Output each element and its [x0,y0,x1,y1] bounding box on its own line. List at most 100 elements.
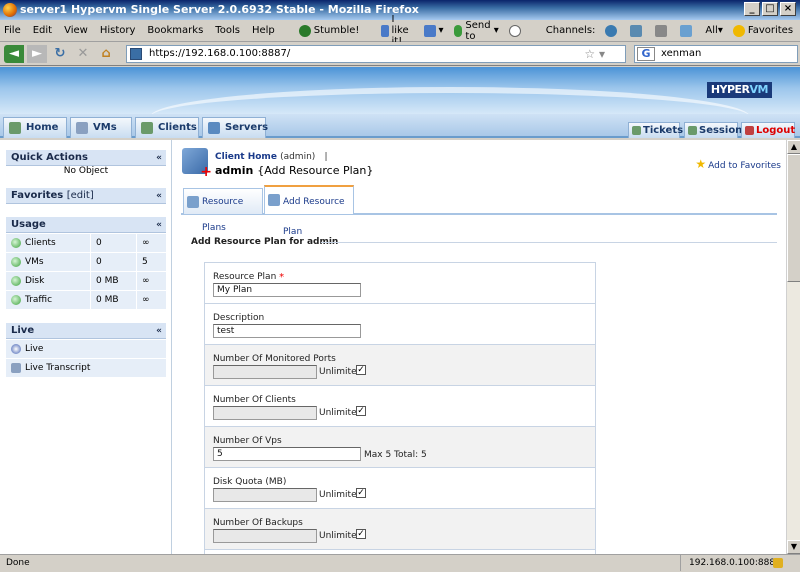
site-favicon [130,48,142,60]
send-to-button[interactable]: Send to ▾ [453,19,499,42]
back-button[interactable]: ◄ [4,44,24,63]
stop-button[interactable]: ✕ [73,45,93,63]
bookmark-star-icon[interactable]: ☆ ▾ [584,46,605,62]
usage-header[interactable]: Usage « [6,217,166,233]
url-text: https://192.168.0.100:8887/ [149,48,291,59]
tab-vms[interactable]: VMs [70,117,132,138]
tab-resource-plans[interactable]: Resource Plans [183,188,263,233]
clients-label: Number Of Clients [213,395,296,405]
navigation-bar: ◄ ► ↻ ✕ ⌂ https://192.168.0.100:8887/ ☆ … [0,42,800,66]
live-title: Live [11,325,35,336]
favorites-label: Favorites [747,25,794,36]
maximize-button[interactable]: □ [762,2,778,16]
firefox-icon [3,3,17,17]
search-box[interactable]: G xenman [634,45,798,63]
google-icon[interactable]: G [637,47,655,61]
resource-plan-input[interactable]: My Plan [213,283,361,297]
favorites-edit-link[interactable]: [edit] [67,190,94,201]
transcript-icon [11,363,21,373]
lock-icon[interactable] [773,558,783,568]
disk-quota-input[interactable] [213,488,317,502]
form-row-disk-quota: Disk Quota (MB) Unlimited ✓ [205,468,595,509]
live-header[interactable]: Live « [6,323,166,339]
usage-max: ∞ [142,276,150,286]
usage-row: VMs 0 5 [6,253,166,272]
menu-view[interactable]: View [64,25,88,36]
comment-button[interactable] [508,24,524,37]
scroll-thumb[interactable] [787,154,800,282]
client-home-link[interactable]: Client Home [215,152,277,162]
close-button[interactable]: × [780,2,796,16]
add-to-favorites-link[interactable]: ★ Add to Favorites [695,157,781,171]
clients-icon [141,122,153,134]
home-button[interactable]: ⌂ [96,45,116,63]
usage-title: Usage [11,219,46,230]
menu-bookmarks[interactable]: Bookmarks [147,25,203,36]
stumble-button[interactable]: Stumble! [298,24,359,37]
quick-actions-header[interactable]: Quick Actions « [6,150,166,166]
channel-tag-button[interactable] [680,24,695,37]
send-to-label: Send to [465,19,491,42]
resource-plan-icon: + [182,148,212,179]
vps-label: Number Of Vps [213,436,282,446]
disk-quota-unlimited-checkbox[interactable]: ✓ [356,488,366,498]
menu-edit[interactable]: Edit [33,25,52,36]
collapse-icon[interactable]: « [156,323,162,339]
live-link[interactable]: Live [6,340,166,359]
tab-clients[interactable]: Clients [135,117,199,138]
collapse-icon[interactable]: « [156,188,162,204]
breadcrumb-sub: (admin) [280,152,316,162]
clients-unlimited-checkbox[interactable]: ✓ [356,406,366,416]
forward-button[interactable]: ► [27,44,47,63]
channel-ad-button[interactable] [655,24,670,37]
description-input[interactable]: test [213,324,361,338]
tab-logout[interactable]: Logout [741,122,795,138]
live-icon [11,344,21,354]
live-transcript-link[interactable]: Live Transcript [6,359,166,378]
tab-home[interactable]: Home [3,117,67,138]
form-row-description: Description test [205,304,595,345]
tab-tickets[interactable]: Tickets [628,122,683,138]
usage-name: Traffic [25,295,53,305]
menu-tools[interactable]: Tools [215,25,240,36]
tab-add-resource-plan[interactable]: Add Resource Plan [264,185,354,237]
channel-camera-button[interactable] [630,24,645,37]
clients-input[interactable] [213,406,317,420]
url-bar[interactable]: https://192.168.0.100:8887/ ☆ ▾ [126,45,626,63]
scroll-up-arrow[interactable]: ▲ [787,140,800,154]
section-divider [321,242,777,243]
thumbs-down-icon [423,24,436,37]
tab-session[interactable]: Session [684,122,742,138]
collapse-icon[interactable]: « [156,217,162,233]
ad-icon [655,24,668,37]
reload-button[interactable]: ↻ [50,45,70,63]
menu-help[interactable]: Help [252,25,275,36]
menu-file[interactable]: File [4,25,21,36]
collapse-icon[interactable]: « [156,150,162,166]
resource-plans-icon [187,196,199,208]
live-transcript-label: Live Transcript [25,363,91,373]
all-channels-button[interactable]: All ▾ [705,25,722,36]
channel-globe-button[interactable] [605,24,620,37]
status-host: 192.168.0.100:8887 [680,555,781,571]
tab-add-resource-plan-label: Add Resource Plan [283,197,345,237]
page-title-user: admin [215,164,254,177]
favorites-button[interactable]: Favorites [732,24,794,37]
vertical-scrollbar[interactable]: ▲ ▼ [786,140,800,554]
backups-input[interactable] [213,529,317,543]
scroll-down-arrow[interactable]: ▼ [787,540,800,554]
send-icon [453,24,463,37]
monitored-ports-input[interactable] [213,365,317,379]
sub-tabs: Resource Plans Add Resource Plan [181,185,777,237]
backups-unlimited-checkbox[interactable]: ✓ [356,529,366,539]
thumbs-down-button[interactable]: ▾ [423,24,444,37]
menu-history[interactable]: History [100,25,136,36]
main-tabs: Home VMs Clients Servers Tickets Session… [0,114,800,138]
vps-input[interactable]: 5 [213,447,361,461]
favorites-header[interactable]: Favorites [edit] « [6,188,166,204]
monitored-ports-unlimited-checkbox[interactable]: ✓ [356,365,366,375]
tab-servers[interactable]: Servers [202,117,268,138]
usage-used: 0 MB [96,295,119,305]
minimize-button[interactable]: _ [744,2,760,16]
quick-actions-empty: No Object [63,166,109,176]
